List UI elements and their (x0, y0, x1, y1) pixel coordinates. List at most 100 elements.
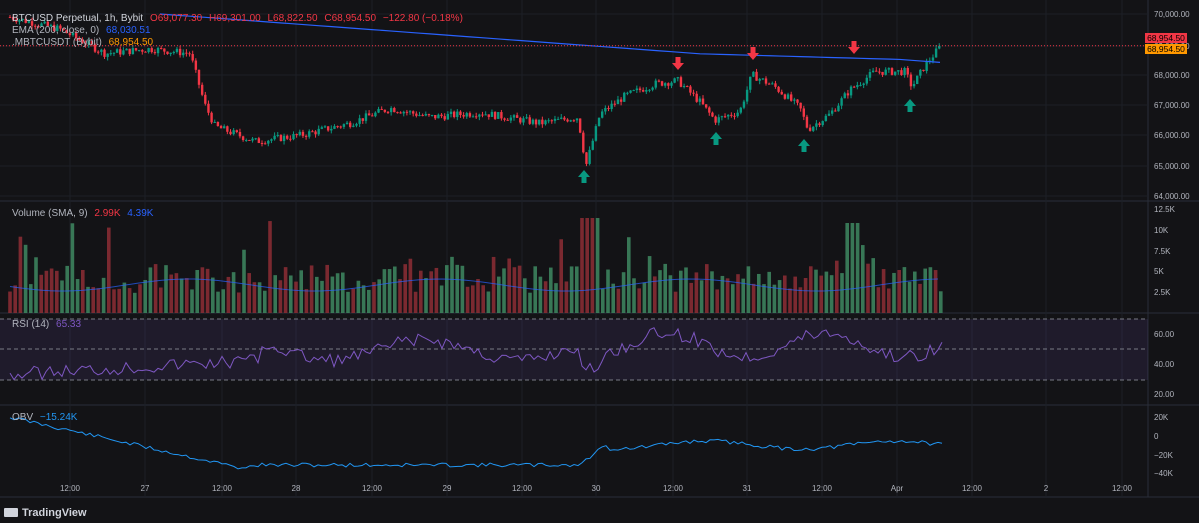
volume-bar (850, 223, 855, 313)
time-axis-label: 12:00 (1112, 484, 1133, 493)
volume-bar (101, 277, 106, 313)
volume-bar (840, 273, 844, 313)
price-candle (213, 121, 216, 123)
price-candle (270, 139, 273, 141)
volume-bar (153, 264, 158, 313)
price-scale-label: 68,000.00 (1154, 71, 1190, 80)
price-candle (818, 123, 821, 126)
volume-bar (819, 275, 823, 313)
volume-bar (621, 272, 626, 313)
obv-label: OBV (12, 412, 34, 423)
price-candle (525, 117, 528, 119)
ohlc-open: O69,077.30 (149, 13, 203, 24)
volume-bar (190, 289, 194, 313)
volume-bar (933, 270, 938, 313)
price-candle (497, 112, 500, 119)
volume-bar (829, 275, 834, 313)
price-candle (106, 53, 109, 57)
price-candle (219, 125, 223, 129)
price-candle (295, 134, 298, 136)
volume-legend[interactable]: Volume (SMA, 9) 2.99K 4.39K (12, 208, 157, 220)
price-candle (900, 70, 903, 76)
volume-bar (590, 218, 595, 313)
price-candle (881, 71, 884, 75)
price-candle (676, 77, 679, 79)
volume-bar (736, 274, 740, 313)
price-candle (478, 114, 481, 117)
price-candle (235, 130, 238, 132)
time-axis-label: 31 (743, 484, 752, 493)
volume-bar (528, 292, 532, 313)
volume-bar (575, 266, 579, 313)
price-candle (862, 83, 865, 85)
symbol-title[interactable]: BTCUSD Perpetual, 1h, Bybit (12, 13, 143, 24)
rsi-legend[interactable]: RSI (14) 65.33 (12, 319, 85, 331)
price-candle (651, 87, 654, 90)
volume-bar (398, 279, 402, 313)
price-candle (191, 54, 194, 61)
price-candle (720, 116, 724, 118)
volume-bar (367, 289, 371, 313)
price-candle (623, 92, 626, 102)
price-candle (827, 113, 831, 116)
price-candle (821, 121, 824, 126)
tradingview-logo[interactable]: TradingView (4, 507, 87, 519)
price-candle (298, 131, 301, 136)
price-candle (752, 71, 755, 77)
price-candle (597, 117, 601, 127)
price-candle (333, 126, 336, 129)
volume-bar (304, 289, 309, 313)
price-candle (793, 99, 796, 101)
volume-scale-label: 5K (1154, 267, 1164, 276)
price-candle (97, 51, 100, 53)
price-candle (865, 77, 868, 84)
price-candle (232, 130, 235, 135)
price-candle (585, 152, 588, 164)
volume-bar (663, 263, 667, 313)
price-candle (311, 131, 314, 133)
volume-bar (117, 288, 121, 313)
price-candle (572, 120, 576, 122)
price-candle (582, 132, 585, 153)
volume-bar (263, 290, 267, 313)
price-candle (931, 57, 935, 61)
price-candle (100, 49, 103, 52)
obv-legend[interactable]: OBV −15.24K (12, 412, 81, 424)
price-candle (462, 115, 465, 117)
volume-bar (907, 281, 912, 313)
volume-bar (481, 285, 485, 313)
price-candle (349, 122, 352, 127)
compare-legend[interactable]: .MBTCUSDT (Bybit) 68,954.50 (12, 37, 157, 49)
volume-bar (294, 281, 298, 313)
volume-bar (169, 274, 173, 313)
price-candle (137, 50, 141, 52)
price-candle (912, 84, 916, 87)
volume-bar (356, 280, 361, 313)
price-candle (314, 131, 317, 135)
volume-bar (237, 292, 241, 313)
volume-bar (658, 270, 662, 313)
price-candle (292, 134, 295, 140)
volume-bar (96, 288, 101, 313)
price-candle (701, 98, 705, 105)
volume-bar (216, 291, 220, 313)
main-legend-row: BTCUSD Perpetual, 1h, Bybit O69,077.30 H… (12, 13, 467, 25)
price-candle (276, 134, 279, 136)
price-candle (815, 123, 818, 127)
price-candle (887, 68, 891, 70)
price-candle (812, 126, 815, 131)
volume-scale-label: 12.5K (1154, 205, 1176, 214)
price-candle (131, 48, 135, 55)
obv-scale-label: −20K (1154, 451, 1174, 460)
volume-bar (616, 288, 621, 313)
ema-legend[interactable]: EMA (200, close, 0) 68,030.51 (12, 25, 155, 37)
volume-bar (252, 282, 257, 313)
volume-bar (715, 289, 719, 313)
chart-canvas[interactable]: 70,000.0069,000.0068,000.0067,000.0066,0… (0, 0, 1199, 523)
price-candle (109, 53, 112, 55)
price-scale-label: 66,000.00 (1154, 131, 1190, 140)
time-axis-label: 12:00 (212, 484, 233, 493)
price-candle (547, 120, 550, 122)
price-candle (711, 112, 714, 117)
volume-bar (309, 265, 314, 313)
